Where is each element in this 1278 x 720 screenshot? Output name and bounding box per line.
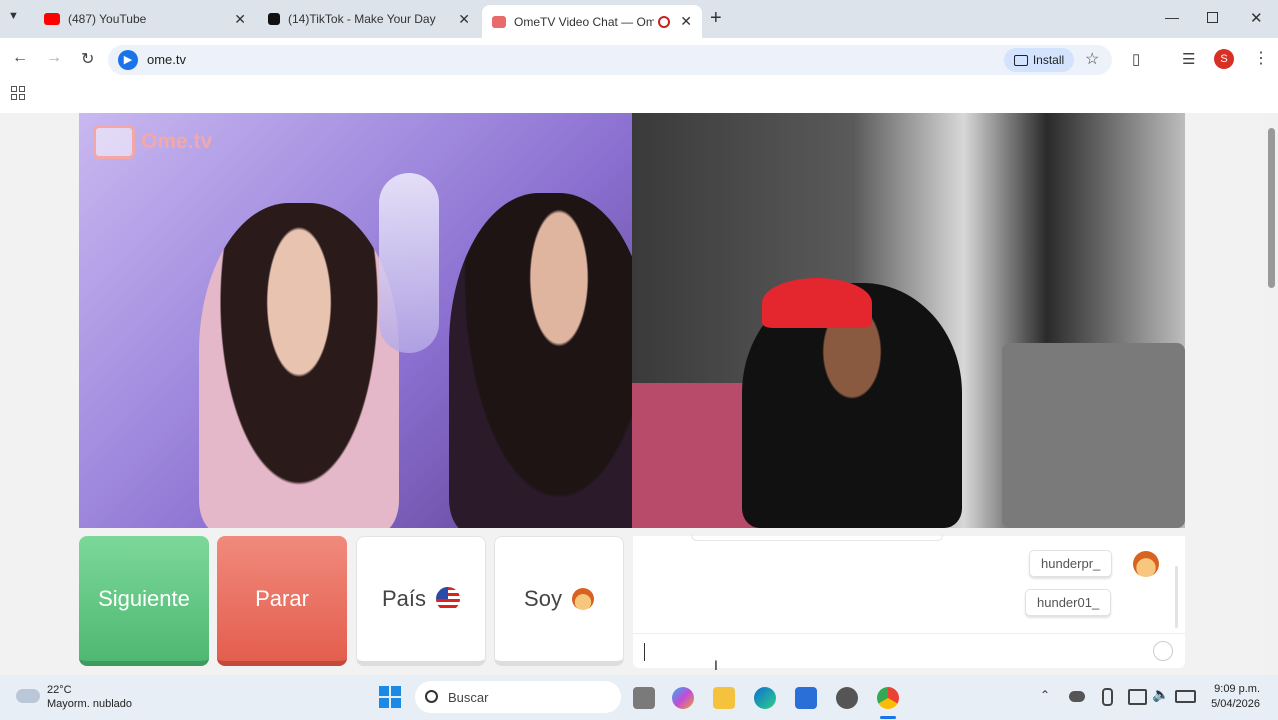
weather-temp: 22°C bbox=[47, 684, 72, 696]
extensions-icon[interactable]: ▯ bbox=[1132, 50, 1140, 68]
tab-ometv[interactable]: OmeTV Video Chat — Ome ✕ bbox=[482, 5, 702, 38]
url-text: ome.tv bbox=[147, 52, 187, 67]
search-icon bbox=[425, 690, 438, 703]
red-cap bbox=[762, 278, 872, 328]
windows-taskbar: 22°C Mayorm. nublado Buscar ⌃ 🔈 9:09 p.m… bbox=[0, 675, 1278, 720]
tab-title: OmeTV Video Chat — Ome bbox=[514, 14, 654, 29]
chat-panel: hunderpr_ hunder01_ bbox=[633, 534, 1185, 668]
page-scrollbar[interactable] bbox=[1265, 113, 1278, 675]
app-icon[interactable] bbox=[836, 687, 858, 709]
clock-date: 5/04/2026 bbox=[1211, 698, 1260, 710]
gender-button[interactable]: Soy bbox=[494, 536, 624, 666]
scrollbar-thumb[interactable] bbox=[1268, 128, 1275, 288]
next-label: Siguiente bbox=[98, 585, 190, 611]
person-left bbox=[199, 203, 399, 528]
taskbar-search[interactable]: Buscar bbox=[415, 681, 621, 713]
site-video-icon: ▶ bbox=[118, 50, 138, 70]
microphone-icon[interactable] bbox=[1102, 688, 1113, 706]
install-label: Install bbox=[1032, 53, 1065, 67]
emoji-icon[interactable] bbox=[1153, 641, 1173, 661]
volume-icon[interactable]: 🔈 bbox=[1152, 686, 1169, 703]
close-icon[interactable]: ✕ bbox=[680, 13, 692, 30]
close-icon[interactable]: ✕ bbox=[234, 11, 246, 28]
boy-emoji-icon bbox=[571, 588, 594, 610]
clock-time: 9:09 p.m. bbox=[1214, 683, 1260, 695]
reload-icon[interactable]: ↻ bbox=[81, 49, 94, 69]
close-icon[interactable]: ✕ bbox=[458, 11, 470, 28]
address-bar[interactable]: ▶ ome.tv bbox=[108, 45, 1112, 75]
chat-message: hunder01_ bbox=[1025, 589, 1112, 616]
search-placeholder: Buscar bbox=[448, 690, 489, 705]
forward-icon[interactable]: → bbox=[46, 49, 62, 67]
tab-strip: ▼ (487) YouTube ✕ (14)TikTok - Make Your… bbox=[0, 0, 1278, 38]
apps-icon[interactable] bbox=[11, 86, 25, 100]
stop-label: Parar bbox=[255, 585, 309, 611]
stop-button[interactable]: Parar bbox=[217, 536, 347, 666]
cloud-icon bbox=[16, 689, 40, 703]
install-button[interactable]: Install bbox=[1004, 48, 1074, 72]
chat-message: hunderpr_ bbox=[1029, 550, 1113, 577]
gender-label: Soy bbox=[524, 586, 562, 611]
weather-desc: Mayorm. nublado bbox=[47, 698, 132, 710]
edge-icon[interactable] bbox=[754, 687, 776, 709]
tab-title: (14)TikTok - Make Your Day bbox=[288, 12, 436, 26]
tiktok-icon bbox=[268, 13, 280, 25]
chat-scrollbar[interactable] bbox=[1175, 566, 1178, 628]
clock[interactable]: 9:09 p.m. 5/04/2026 bbox=[1200, 683, 1260, 710]
self-video bbox=[632, 113, 1185, 528]
person-right bbox=[449, 193, 632, 528]
ometv-logo: Ome.tv bbox=[93, 125, 212, 159]
cloud-sync-icon[interactable] bbox=[1069, 691, 1085, 702]
avatar[interactable]: S bbox=[1214, 49, 1234, 69]
boy-emoji-icon bbox=[1133, 551, 1159, 577]
text-cursor bbox=[644, 643, 645, 661]
sofa-decoration bbox=[1002, 343, 1185, 528]
install-icon bbox=[1013, 54, 1028, 66]
balloon-decoration bbox=[379, 173, 439, 353]
back-icon[interactable]: ← bbox=[12, 49, 28, 67]
tab-tiktok[interactable]: (14)TikTok - Make Your Day ✕ bbox=[258, 0, 480, 38]
windows-start-icon[interactable] bbox=[379, 686, 401, 708]
new-tab-button[interactable]: + bbox=[710, 7, 722, 30]
battery-icon[interactable] bbox=[1175, 690, 1196, 703]
recording-icon bbox=[658, 15, 670, 28]
file-explorer-icon[interactable] bbox=[713, 687, 735, 709]
tab-search-button[interactable]: ▼ bbox=[8, 10, 19, 22]
tab-title: (487) YouTube bbox=[68, 12, 147, 26]
copilot-icon[interactable] bbox=[672, 687, 694, 709]
restore-button[interactable] bbox=[1207, 12, 1218, 23]
flag-us-icon bbox=[436, 587, 461, 611]
task-view-icon[interactable] bbox=[633, 687, 655, 709]
star-icon[interactable]: ☆ bbox=[1085, 49, 1099, 69]
tray-chevron-icon[interactable]: ⌃ bbox=[1040, 688, 1050, 702]
youtube-icon bbox=[44, 13, 60, 25]
network-icon[interactable] bbox=[1128, 689, 1147, 705]
chat-previous-bubble bbox=[691, 534, 943, 541]
chrome-icon[interactable] bbox=[877, 687, 899, 709]
media-controls-icon[interactable]: ☰ bbox=[1182, 50, 1195, 68]
tv-icon bbox=[93, 125, 135, 159]
country-label: País bbox=[381, 586, 427, 611]
menu-icon[interactable]: ⋮ bbox=[1253, 48, 1269, 68]
partner-video: Ome.tv bbox=[79, 113, 632, 528]
mouse-cursor-icon: I bbox=[714, 657, 718, 673]
tab-youtube[interactable]: (487) YouTube ✕ bbox=[34, 0, 256, 38]
store-icon[interactable] bbox=[795, 687, 817, 709]
next-button[interactable]: Siguiente bbox=[79, 536, 209, 666]
minimize-button[interactable]: — bbox=[1165, 9, 1179, 25]
brand-logo: Ome.tv bbox=[141, 130, 213, 153]
ometv-icon bbox=[492, 15, 506, 28]
close-window-button[interactable]: ✕ bbox=[1250, 9, 1263, 27]
ometv-page: Ome.tv Siguiente Parar País Soy hunderpr… bbox=[0, 113, 1265, 675]
chrome-active-indicator bbox=[880, 716, 896, 719]
bookmarks-bar bbox=[0, 80, 1278, 110]
country-button[interactable]: País bbox=[356, 536, 486, 666]
